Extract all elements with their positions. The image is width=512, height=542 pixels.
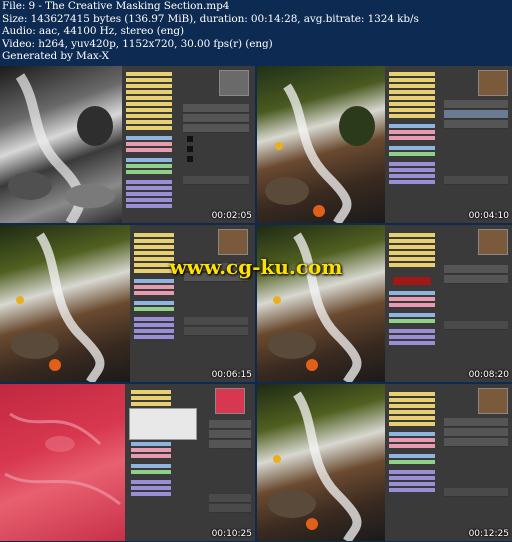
file-info-header: File: 9 - The Creative Masking Section.m… <box>0 0 512 66</box>
photo-preview <box>0 66 122 223</box>
layers-panel <box>177 66 255 223</box>
timestamp: 00:10:25 <box>211 529 252 539</box>
photo-preview <box>257 384 385 541</box>
actions-panel <box>122 66 177 223</box>
actions-panel <box>130 225 178 382</box>
video-info-line: Video: h264, yuv420p, 1152x720, 30.00 fp… <box>2 37 273 50</box>
tooltip-dialog <box>129 408 197 440</box>
photo-preview <box>257 66 385 223</box>
layers-panel <box>205 384 255 541</box>
waterfall-graphic <box>268 232 362 382</box>
thumbnail-tile[interactable]: 00:06:15 <box>0 225 255 382</box>
navigator-thumbnail <box>219 70 249 96</box>
navigator-thumbnail <box>478 229 508 255</box>
thumbnail-tile[interactable]: 00:10:25 <box>0 384 255 541</box>
audio-info-line: Audio: aac, 44100 Hz, stereo (eng) <box>2 25 185 37</box>
timestamp: 00:02:05 <box>211 211 252 221</box>
timestamp: 00:08:20 <box>468 370 509 380</box>
photo-preview <box>0 384 125 541</box>
waterfall-graphic <box>11 232 105 382</box>
thumbnail-tile[interactable]: 00:08:20 <box>257 225 512 382</box>
file-size-line: Size: 143627415 bytes (136.97 MiB), dura… <box>2 12 419 25</box>
layers-panel <box>440 66 512 223</box>
thumbnail-tile[interactable]: 00:12:25 <box>257 384 512 541</box>
actions-panel <box>125 384 205 541</box>
photo-preview <box>257 225 385 382</box>
layers-panel <box>178 225 255 382</box>
file-name-line: File: 9 - The Creative Masking Section.m… <box>2 0 230 12</box>
photo-preview <box>0 225 130 382</box>
timestamp: 00:04:10 <box>468 211 509 221</box>
navigator-thumbnail <box>215 388 245 414</box>
timestamp: 00:06:15 <box>211 370 252 380</box>
navigator-thumbnail <box>478 70 508 96</box>
generator-line: Generated by Max-X <box>2 50 109 62</box>
waterfall-graphic <box>8 73 115 223</box>
actions-panel <box>385 66 440 223</box>
waterfall-graphic <box>265 83 375 223</box>
layers-panel <box>440 225 512 382</box>
thumbnail-grid: 00:02:05 00:04:10 00:06:15 00:08:20 00:1… <box>0 66 512 542</box>
thumbnail-tile[interactable]: 00:04:10 <box>257 66 512 223</box>
mask-texture-graphic <box>4 412 121 506</box>
navigator-thumbnail <box>478 388 508 414</box>
waterfall-graphic <box>268 391 362 541</box>
watermark-text: www.cg-ku.com <box>169 255 343 279</box>
thumbnail-tile[interactable]: 00:02:05 <box>0 66 255 223</box>
actions-panel <box>385 384 440 541</box>
timestamp: 00:12:25 <box>468 529 509 539</box>
layers-panel <box>440 384 512 541</box>
navigator-thumbnail <box>218 229 248 255</box>
actions-panel <box>385 225 440 382</box>
